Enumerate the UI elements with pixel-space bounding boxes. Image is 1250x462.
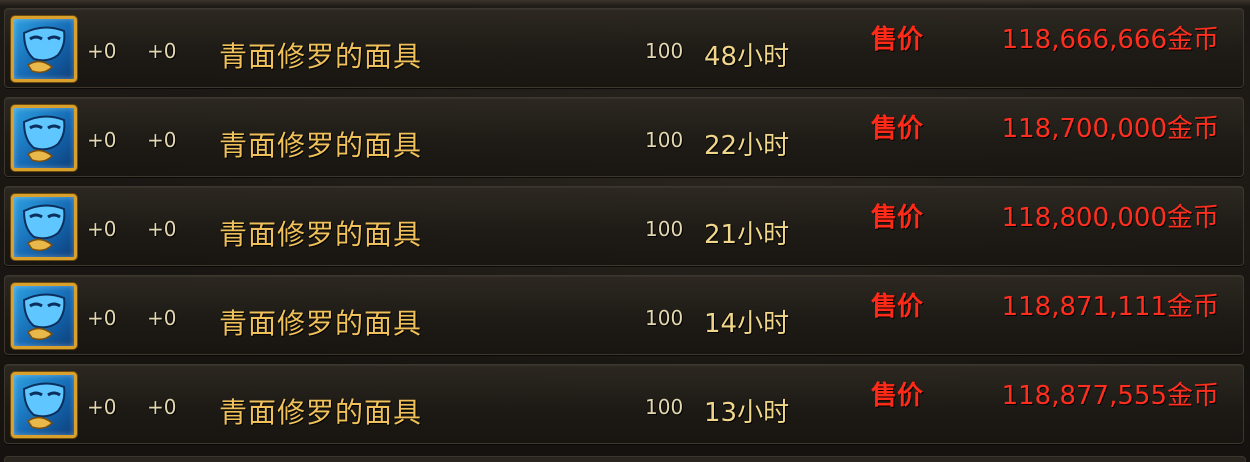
- item-name: 青面修罗的面具: [219, 129, 423, 162]
- blue-mask-icon[interactable]: [11, 105, 77, 171]
- sell-price-label: 售价: [871, 25, 924, 55]
- sell-price: 118,800,000金币: [1001, 203, 1219, 233]
- sell-price-label: 售价: [871, 114, 924, 144]
- item-name: 青面修罗的面具: [219, 307, 423, 340]
- amplify-level: +0: [147, 128, 177, 152]
- sell-price: 118,871,111金币: [1001, 292, 1219, 322]
- enhance-level: +0: [87, 217, 117, 241]
- enhance-level: +0: [87, 128, 117, 152]
- item-level: 100: [645, 217, 684, 241]
- sell-price-label: 售价: [871, 292, 924, 322]
- amplify-level: +0: [147, 39, 177, 63]
- auction-listing-row[interactable]: +0 +0 青面修罗的面具 100 13小时 售价 118,877,555金币: [4, 364, 1244, 444]
- enhance-level: +0: [87, 306, 117, 330]
- auction-listing-row[interactable]: +0 +0 青面修罗的面具 100 22小时 售价 118,700,000金币: [4, 97, 1244, 177]
- sell-price: 118,700,000金币: [1001, 114, 1219, 144]
- time-remaining: 21小时: [704, 220, 790, 250]
- amplify-level: +0: [147, 395, 177, 419]
- auction-listing-row[interactable]: +0 +0 青面修罗的面具 100 14小时 售价 118,871,111金币: [4, 275, 1244, 355]
- amplify-level: +0: [147, 217, 177, 241]
- item-level: 100: [645, 39, 684, 63]
- sell-price-label: 售价: [871, 381, 924, 411]
- sell-price-label: 售价: [871, 203, 924, 233]
- sell-price: 118,877,555金币: [1001, 381, 1219, 411]
- time-remaining: 48小时: [704, 42, 790, 72]
- item-level: 100: [645, 306, 684, 330]
- item-level: 100: [645, 128, 684, 152]
- item-level: 100: [645, 395, 684, 419]
- time-remaining: 13小时: [704, 398, 790, 428]
- auction-listing-row-partial[interactable]: [4, 456, 1246, 462]
- enhance-level: +0: [87, 39, 117, 63]
- item-name: 青面修罗的面具: [219, 396, 423, 429]
- blue-mask-icon[interactable]: [11, 16, 77, 82]
- auction-listing-row[interactable]: +0 +0 青面修罗的面具 100 21小时 售价 118,800,000金币: [4, 186, 1244, 266]
- column-header-bar: [0, 0, 1250, 6]
- enhance-level: +0: [87, 395, 117, 419]
- auction-listing-row[interactable]: +0 +0 青面修罗的面具 100 48小时 售价 118,666,666金币: [4, 8, 1244, 88]
- item-name: 青面修罗的面具: [219, 218, 423, 251]
- time-remaining: 14小时: [704, 309, 790, 339]
- amplify-level: +0: [147, 306, 177, 330]
- sell-price: 118,666,666金币: [1001, 25, 1219, 55]
- time-remaining: 22小时: [704, 131, 790, 161]
- blue-mask-icon[interactable]: [11, 194, 77, 260]
- blue-mask-icon[interactable]: [11, 372, 77, 438]
- auction-window: +0 +0 青面修罗的面具 100 48小时 售价 118,666,666金币 …: [0, 0, 1250, 462]
- blue-mask-icon[interactable]: [11, 283, 77, 349]
- item-name: 青面修罗的面具: [219, 40, 423, 73]
